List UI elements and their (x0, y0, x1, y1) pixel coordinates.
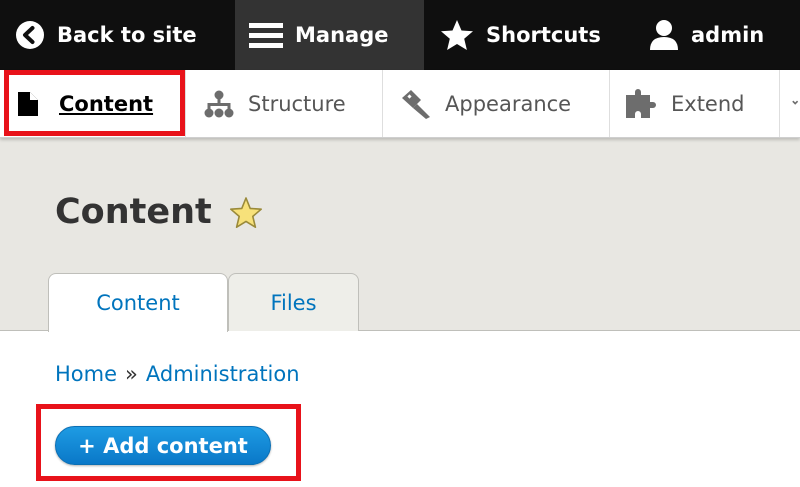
tray-item-extend[interactable]: Extend (610, 70, 780, 137)
user-account-tab[interactable]: admin (629, 0, 800, 70)
shortcuts-tab[interactable]: Shortcuts (424, 0, 629, 70)
hamburger-icon (249, 23, 283, 48)
breadcrumb-administration-link[interactable]: Administration (146, 362, 300, 386)
tray-item-label: Structure (248, 91, 346, 116)
user-icon (650, 20, 678, 50)
sitemap-icon (204, 90, 234, 117)
breadcrumb-home-link[interactable]: Home (55, 362, 117, 386)
document-icon (18, 91, 38, 116)
tab-label: Files (270, 290, 317, 315)
tray-item-content[interactable]: Content (0, 70, 186, 137)
tray-item-label: Extend (671, 91, 745, 116)
page-title: Content (55, 192, 212, 232)
add-content-button[interactable]: + Add content (55, 426, 271, 465)
tray-item-more[interactable] (780, 70, 800, 137)
manage-label: Manage (295, 23, 389, 47)
paint-roller-icon (402, 89, 430, 119)
back-to-site-link[interactable]: Back to site (0, 0, 235, 70)
tray-item-label: Appearance (445, 91, 572, 116)
tab-content[interactable]: Content (48, 273, 228, 332)
tray-item-appearance[interactable]: Appearance (383, 70, 610, 137)
back-arrow-icon (16, 21, 44, 49)
breadcrumb-separator: » (125, 362, 138, 386)
breadcrumb: Home » Administration (55, 362, 300, 386)
back-to-site-label: Back to site (57, 23, 197, 47)
tab-label: Content (96, 291, 180, 315)
user-name-label: admin (691, 23, 765, 47)
page-header: Content Content Files (0, 138, 800, 332)
tray-item-label: Content (59, 91, 154, 116)
tray-item-structure[interactable]: Structure (186, 70, 383, 137)
star-icon (441, 20, 473, 50)
shortcuts-label: Shortcuts (486, 23, 601, 47)
manage-tray: Content Structure Appearance Extend (0, 70, 800, 138)
shortcut-star-icon[interactable] (229, 196, 263, 230)
manage-tab[interactable]: Manage (235, 0, 424, 70)
wrench-icon (792, 100, 799, 105)
puzzle-icon (626, 88, 656, 118)
admin-toolbar: Back to site Manage Shortcuts admin (0, 0, 800, 70)
tab-files[interactable]: Files (228, 273, 359, 331)
